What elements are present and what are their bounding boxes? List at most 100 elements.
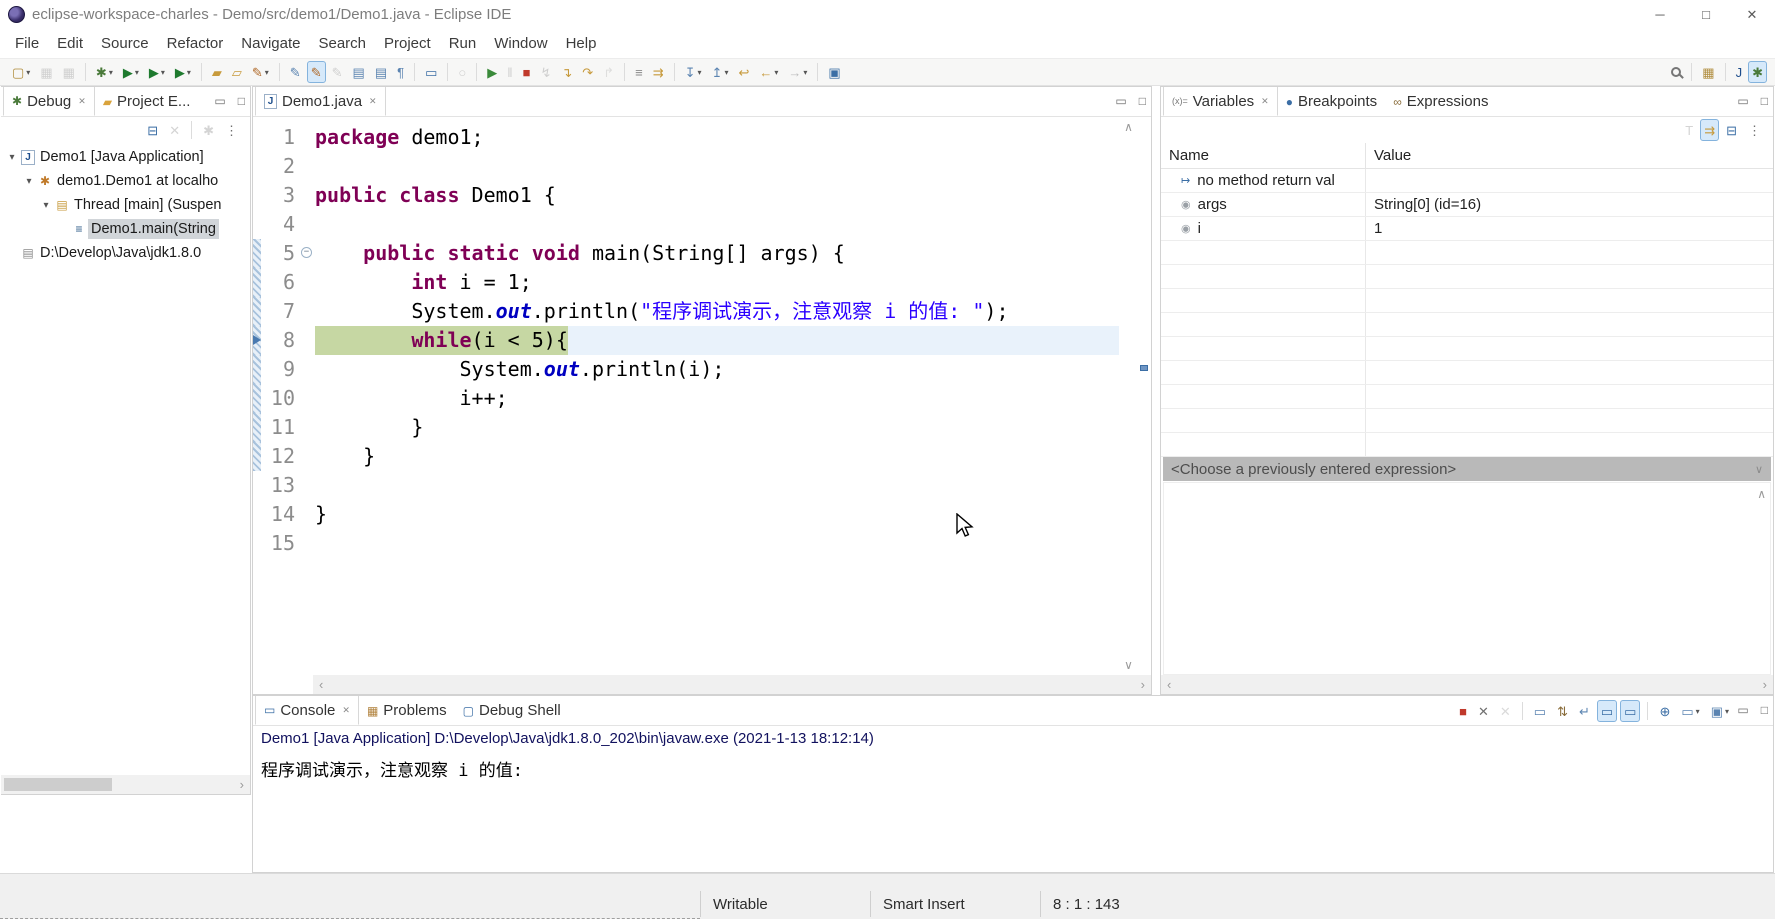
code-line-10[interactable]: 10 i++; bbox=[253, 384, 1119, 413]
line-number[interactable]: 4 bbox=[261, 210, 299, 239]
expander-icon[interactable]: ▾ bbox=[39, 200, 53, 211]
variables-horizontal-scrollbar[interactable]: ‹ › bbox=[1161, 675, 1773, 694]
menu-run[interactable]: Run bbox=[440, 31, 486, 56]
scroll-up-icon[interactable]: ∧ bbox=[1757, 487, 1766, 501]
dropdown-arrow-icon[interactable]: ▾ bbox=[187, 68, 191, 77]
menu-edit[interactable]: Edit bbox=[48, 31, 92, 56]
line-number[interactable]: 7 bbox=[261, 297, 299, 326]
line-number[interactable]: 2 bbox=[261, 152, 299, 181]
menu-search[interactable]: Search bbox=[309, 31, 375, 56]
dropdown-arrow-icon[interactable]: ▾ bbox=[1725, 707, 1729, 716]
line-number[interactable]: 8 bbox=[261, 326, 299, 355]
skip-all-breakpoints-icon[interactable]: ≡ bbox=[631, 61, 647, 83]
variable-row-args[interactable]: ◉argsString[0] (id=16) bbox=[1161, 193, 1773, 217]
console-tab-console[interactable]: ▭Console✕ bbox=[255, 696, 359, 725]
word-wrap-icon[interactable]: ↵ bbox=[1575, 700, 1594, 722]
editor-tab-demo1-java[interactable]: JDemo1.java✕ bbox=[255, 87, 386, 116]
tree-item-demo1-main-string[interactable]: ≡Demo1.main(String bbox=[1, 217, 250, 241]
line-number[interactable]: 13 bbox=[261, 471, 299, 500]
menu-help[interactable]: Help bbox=[557, 31, 606, 56]
view-menu-icon[interactable]: ⋮ bbox=[221, 119, 242, 141]
mark-occurrences-icon[interactable]: ✎ bbox=[307, 61, 326, 83]
search-dim-icon[interactable]: ○ bbox=[454, 61, 470, 83]
menu-navigate[interactable]: Navigate bbox=[232, 31, 309, 56]
new-java-project-icon[interactable]: ▰ bbox=[208, 61, 226, 83]
scroll-down-icon[interactable]: ∨ bbox=[1124, 658, 1133, 672]
scroll-up-icon[interactable]: ∧ bbox=[1124, 120, 1133, 134]
debug-tab-debug[interactable]: ✱Debug✕ bbox=[3, 87, 95, 116]
clear-console-icon[interactable]: ▭ bbox=[1530, 700, 1550, 722]
line-number[interactable]: 6 bbox=[261, 268, 299, 297]
expression-combo[interactable]: <Choose a previously entered expression>… bbox=[1163, 457, 1771, 481]
line-number[interactable]: 10 bbox=[261, 384, 299, 413]
run-icon[interactable]: ▶▾ bbox=[119, 61, 143, 83]
save-all-icon[interactable]: ▦ bbox=[59, 61, 79, 83]
open-perspective-icon[interactable]: ▦ bbox=[1698, 61, 1718, 83]
line-number[interactable]: 14 bbox=[261, 500, 299, 529]
step-return-icon[interactable]: ↱ bbox=[599, 61, 618, 83]
close-window-button[interactable]: ✕ bbox=[1729, 0, 1775, 29]
line-number[interactable]: 15 bbox=[261, 529, 299, 558]
collapse-fold-icon[interactable]: − bbox=[301, 247, 312, 258]
java-perspective-icon[interactable]: J bbox=[1732, 61, 1747, 83]
maximize-panel-icon[interactable]: □ bbox=[1139, 95, 1146, 107]
code-line-5[interactable]: 5− public static void main(String[] args… bbox=[253, 239, 1119, 268]
save-icon[interactable]: ▦ bbox=[36, 61, 56, 83]
code-line-2[interactable]: 2 bbox=[253, 152, 1119, 181]
vars-tab-breakpoints[interactable]: ●Breakpoints bbox=[1278, 87, 1385, 116]
scroll-left-icon[interactable]: ‹ bbox=[1167, 677, 1171, 692]
tree-item-d-develop-java-jdk1-8-0[interactable]: ▤D:\Develop\Java\jdk1.8.0 bbox=[1, 241, 250, 265]
line-number[interactable]: 1 bbox=[261, 123, 299, 152]
debug-tab-project-e[interactable]: ▰Project E... bbox=[95, 87, 199, 116]
code-editor[interactable]: 1package demo1;23public class Demo1 {45−… bbox=[253, 118, 1119, 674]
column-header-value[interactable]: Value bbox=[1366, 147, 1411, 164]
previous-annotation-icon[interactable]: ↥▾ bbox=[708, 61, 733, 83]
format-icon[interactable]: ✎▾ bbox=[248, 61, 273, 83]
pin-editor-icon[interactable]: ▣ bbox=[824, 61, 844, 83]
debug-perspective-icon[interactable]: ✱ bbox=[1748, 61, 1767, 83]
display-console-icon[interactable]: ▭▾ bbox=[1677, 700, 1703, 722]
scroll-lock-icon[interactable]: ⇅ bbox=[1553, 700, 1572, 722]
connect-icon[interactable]: ⊟ bbox=[143, 119, 162, 141]
menu-window[interactable]: Window bbox=[485, 31, 556, 56]
close-icon[interactable]: ✕ bbox=[1261, 96, 1269, 107]
terminate-icon[interactable]: ■ bbox=[519, 61, 535, 83]
code-line-1[interactable]: 1package demo1; bbox=[253, 123, 1119, 152]
code-line-9[interactable]: 9 System.out.println(i); bbox=[253, 355, 1119, 384]
dropdown-arrow-icon[interactable]: ▾ bbox=[109, 68, 113, 77]
current-line-marker[interactable] bbox=[1140, 365, 1148, 371]
view-menu-icon[interactable]: ⋮ bbox=[1744, 119, 1765, 141]
code-line-3[interactable]: 3public class Demo1 { bbox=[253, 181, 1119, 210]
debug-icon[interactable]: ✱▾ bbox=[92, 61, 117, 83]
code-line-12[interactable]: 12 } bbox=[253, 442, 1119, 471]
forward-icon[interactable]: →▾ bbox=[784, 61, 811, 83]
dropdown-arrow-icon[interactable]: ▾ bbox=[135, 68, 139, 77]
scroll-right-icon[interactable]: › bbox=[1141, 677, 1145, 692]
line-number[interactable]: 5 bbox=[261, 239, 299, 268]
suspend-icon[interactable]: ‖ bbox=[503, 61, 516, 83]
remove-all-terminated-icon[interactable]: ✕ bbox=[165, 119, 184, 141]
show-outline-icon[interactable]: ▤ bbox=[371, 61, 391, 83]
open-element-icon[interactable]: ▱ bbox=[228, 61, 246, 83]
code-line-14[interactable]: 14} bbox=[253, 500, 1119, 529]
show-stderr-icon[interactable]: ▭ bbox=[1620, 700, 1640, 722]
code-line-4[interactable]: 4 bbox=[253, 210, 1119, 239]
tree-item-thread-main-suspen[interactable]: ▾▤Thread [main] (Suspen bbox=[1, 193, 250, 217]
show-whitespace-icon[interactable]: ¶ bbox=[393, 61, 408, 83]
chevron-down-icon[interactable]: ∨ bbox=[1755, 463, 1763, 476]
expander-icon[interactable]: ▾ bbox=[22, 176, 36, 187]
show-stdout-icon[interactable]: ▭ bbox=[1597, 700, 1617, 722]
pin-console-icon[interactable]: ⊕ bbox=[1655, 700, 1674, 722]
new-wizard-icon[interactable]: ▢▾ bbox=[8, 61, 34, 83]
menu-source[interactable]: Source bbox=[92, 31, 158, 56]
line-number[interactable]: 11 bbox=[261, 413, 299, 442]
vars-tab-expressions[interactable]: ∞Expressions bbox=[1385, 87, 1496, 116]
console-tab-debug-shell[interactable]: ▢Debug Shell bbox=[455, 696, 569, 725]
dropdown-arrow-icon[interactable]: ▾ bbox=[698, 68, 702, 77]
terminate-icon[interactable]: ■ bbox=[1455, 700, 1471, 722]
line-number[interactable]: 12 bbox=[261, 442, 299, 471]
menu-project[interactable]: Project bbox=[375, 31, 440, 56]
minimize-panel-icon[interactable]: ▭ bbox=[1737, 95, 1748, 107]
disconnect-icon[interactable]: ↯ bbox=[536, 61, 555, 83]
maximize-panel-icon[interactable]: □ bbox=[1761, 704, 1768, 716]
